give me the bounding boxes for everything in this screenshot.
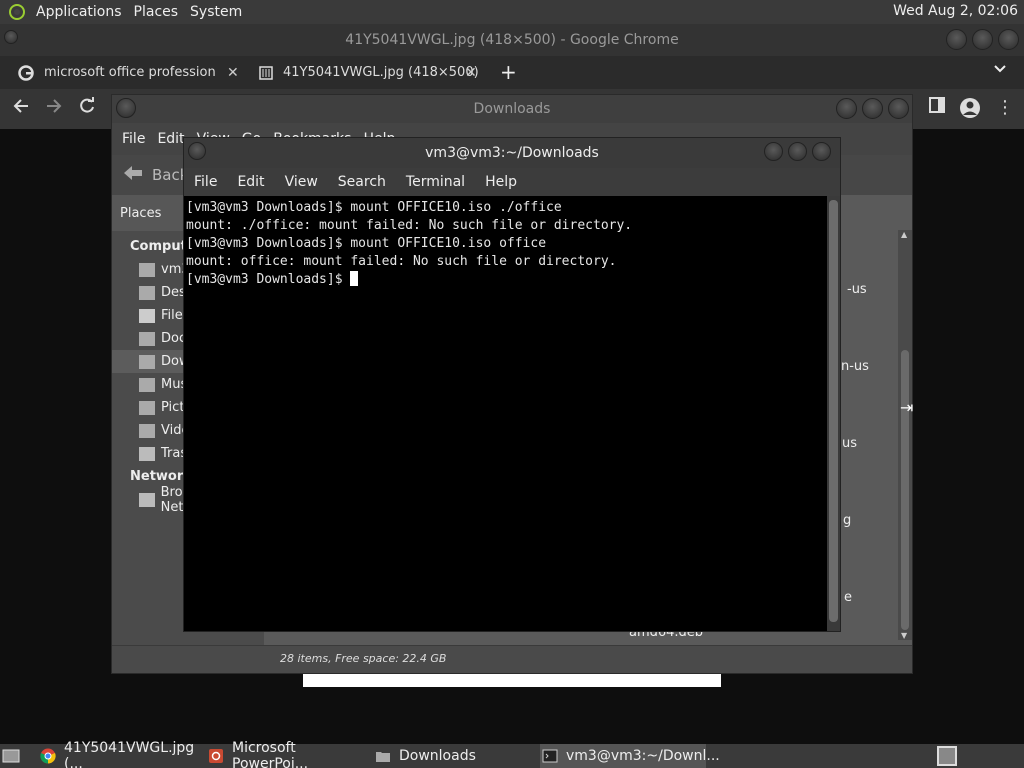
menu-file[interactable]: File	[122, 131, 145, 147]
status-text: 28 items, Free space: 22.4 GB	[280, 652, 447, 665]
close-tab-icon[interactable]: ✕	[465, 65, 477, 81]
documents-folder-icon	[139, 331, 155, 346]
back-arrow-icon	[122, 164, 144, 186]
minimize-button[interactable]	[836, 98, 857, 119]
profile-avatar-icon[interactable]	[959, 97, 981, 124]
menu-edit[interactable]: Edit	[157, 131, 184, 147]
places-menu[interactable]: Places	[134, 4, 179, 20]
folder-icon	[375, 748, 391, 764]
list-item[interactable]: us	[842, 436, 857, 451]
system-menu[interactable]: System	[190, 4, 242, 20]
close-button[interactable]	[888, 98, 909, 119]
minimize-button[interactable]	[764, 142, 783, 161]
terminal-line: [vm3@vm3 Downloads]$ mount OFFICE10.iso …	[186, 236, 547, 251]
scroll-up-icon[interactable]: ▲	[901, 230, 907, 239]
terminal-window: vm3@vm3:~/Downloads File Edit View Searc…	[183, 137, 841, 632]
desktop-folder-icon	[139, 285, 155, 300]
terminal-line: [vm3@vm3 Downloads]$ mount OFFICE10.iso …	[186, 200, 562, 215]
trash-icon	[139, 446, 155, 461]
maximize-button[interactable]	[972, 29, 993, 50]
window-menu-button[interactable]	[116, 98, 136, 118]
taskbar-item-powerpoint[interactable]: Microsoft PowerPoi...	[206, 740, 366, 768]
top-panel: Applications Places System Wed Aug 2, 02…	[0, 0, 1024, 24]
chrome-window-title: 41Y5041VWGL.jpg (418×500) - Google Chrom…	[345, 32, 679, 48]
chrome-titlebar[interactable]: 41Y5041VWGL.jpg (418×500) - Google Chrom…	[0, 24, 1024, 56]
chrome-icon	[40, 748, 56, 764]
scroll-down-icon[interactable]: ▼	[901, 631, 907, 640]
list-item[interactable]: g	[843, 513, 851, 528]
terminal-titlebar[interactable]: vm3@vm3:~/Downloads	[184, 138, 840, 168]
applications-menu[interactable]: Applications	[36, 4, 122, 20]
drive-icon	[139, 308, 155, 323]
terminal-line: mount: ./office: mount failed: No such f…	[186, 218, 633, 233]
taskbar-item-chrome[interactable]: 41Y5041VWGL.jpg (...	[36, 740, 206, 768]
show-desktop-icon[interactable]	[2, 747, 20, 765]
file-list-scrollbar[interactable]: ▲ ▼	[898, 230, 912, 640]
google-icon	[18, 64, 34, 81]
chrome-tab-strip: microsoft office professional 2 ✕ 41Y504…	[0, 56, 1024, 89]
list-item[interactable]: n-us	[841, 359, 869, 374]
maximize-button[interactable]	[862, 98, 883, 119]
minimize-button[interactable]	[946, 29, 967, 50]
clock[interactable]: Wed Aug 2, 02:06	[893, 3, 1018, 19]
terminal-scrollbar[interactable]	[827, 196, 840, 631]
pictures-folder-icon	[139, 400, 155, 415]
menu-view[interactable]: View	[285, 174, 318, 190]
network-icon	[139, 492, 155, 507]
workspace-switcher[interactable]	[937, 746, 957, 766]
text-cursor	[350, 271, 359, 286]
viewed-image	[303, 674, 721, 687]
terminal-output[interactable]: [vm3@vm3 Downloads]$ mount OFFICE10.iso …	[184, 196, 827, 631]
distro-logo-icon[interactable]	[6, 1, 28, 23]
tab-search[interactable]: microsoft office professional 2 ✕	[18, 56, 243, 89]
terminal-icon	[542, 748, 558, 764]
close-button[interactable]	[998, 29, 1019, 50]
reload-icon[interactable]	[78, 97, 96, 120]
window-menu-button[interactable]	[4, 30, 18, 44]
status-bar: 28 items, Free space: 22.4 GB	[112, 645, 912, 673]
back-arrow-icon[interactable]	[12, 97, 30, 120]
menu-search[interactable]: Search	[338, 174, 386, 190]
terminal-menubar: File Edit View Search Terminal Help	[184, 168, 840, 196]
scrollbar-thumb[interactable]	[901, 350, 909, 630]
list-item[interactable]: -us	[847, 282, 867, 297]
close-tab-icon[interactable]: ✕	[227, 65, 239, 81]
videos-folder-icon	[139, 423, 155, 438]
kebab-menu-icon[interactable]: ⋮	[996, 97, 1014, 118]
menu-terminal[interactable]: Terminal	[406, 174, 465, 190]
menu-help[interactable]: Help	[485, 174, 517, 190]
file-manager-titlebar[interactable]: Downloads	[112, 95, 912, 123]
image-doc-icon	[258, 65, 274, 81]
terminal-line: mount: office: mount failed: No such fil…	[186, 254, 617, 269]
terminal-title: vm3@vm3:~/Downloads	[425, 145, 599, 161]
file-manager-title: Downloads	[473, 101, 551, 117]
back-button[interactable]: Back	[122, 164, 188, 186]
menu-file[interactable]: File	[194, 174, 217, 190]
new-tab-button[interactable]: +	[500, 60, 517, 84]
scrollbar-thumb[interactable]	[829, 200, 838, 622]
terminal-prompt: [vm3@vm3 Downloads]$	[186, 272, 351, 287]
chevron-down-icon[interactable]	[994, 62, 1006, 78]
maximize-button[interactable]	[788, 142, 807, 161]
close-button[interactable]	[812, 142, 831, 161]
music-folder-icon	[139, 377, 155, 392]
taskbar-item-terminal[interactable]: vm3@vm3:~/Downl...	[540, 744, 720, 768]
tab-image[interactable]: 41Y5041VWGL.jpg (418×500) ✕	[258, 56, 483, 89]
window-menu-button[interactable]	[188, 142, 206, 160]
downloads-folder-icon	[139, 354, 155, 369]
tab-label: microsoft office professional 2	[44, 65, 216, 80]
taskbar-item-downloads[interactable]: Downloads	[373, 744, 533, 768]
resize-cursor-icon: ⇥	[900, 398, 914, 417]
terminal-prompt-line: [vm3@vm3 Downloads]$	[186, 271, 825, 289]
list-item[interactable]: e	[844, 590, 852, 605]
bottom-panel: 41Y5041VWGL.jpg (... Microsoft PowerPoi.…	[0, 740, 1024, 768]
side-panel-icon[interactable]	[929, 97, 945, 118]
tab-label: 41Y5041VWGL.jpg (418×500)	[283, 65, 479, 80]
forward-arrow-icon[interactable]	[45, 97, 63, 120]
powerpoint-icon	[208, 748, 224, 764]
menu-edit[interactable]: Edit	[237, 174, 264, 190]
home-folder-icon	[139, 262, 155, 277]
